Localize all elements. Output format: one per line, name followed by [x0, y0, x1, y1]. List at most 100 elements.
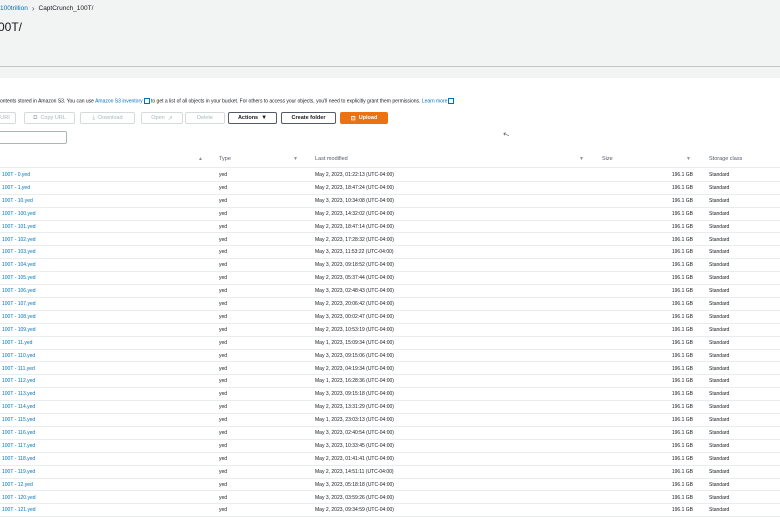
- object-size: 196.1 GB: [671, 313, 693, 320]
- table-row[interactable]: 100T - 102.yed yed May 2, 2023, 17:28:32 (…: [0, 234, 780, 247]
- object-size: 196.1 GB: [671, 365, 693, 372]
- object-size: 196.1 GB: [671, 288, 693, 295]
- object-name-link[interactable]: 100T - 112.yed: [2, 378, 35, 384]
- table-row[interactable]: 100T - 103.yed yed May 3, 2023, 11:53:22 (…: [0, 246, 780, 260]
- object-name-link[interactable]: 100T - 120.yed: [2, 495, 36, 501]
- object-name-link[interactable]: 100T - 121.yed: [2, 507, 36, 513]
- object-name-link[interactable]: 100T - 113.yed: [2, 391, 35, 397]
- object-name-link[interactable]: 100T - 116.yed: [2, 430, 35, 436]
- object-last-modified: May 2, 2023, 10:53:19 (UTC-04:00): [315, 326, 394, 333]
- object-storage-class: Standard: [709, 442, 730, 449]
- object-name-link[interactable]: 100T - 118.yed: [2, 456, 35, 462]
- table-row[interactable]: 100T - 110.yed yed May 3, 2023, 09:15:06 (…: [0, 350, 780, 363]
- table-row[interactable]: 100T - 117.yed yed May 3, 2023, 10:33:45 (…: [0, 440, 780, 453]
- table-row[interactable]: 100T - 105.yed yed May 2, 2023, 05:37:44 (…: [0, 272, 780, 286]
- copy-s3-uri-button[interactable]: URI: [0, 112, 16, 124]
- object-name-link[interactable]: 100T - 115.yed: [2, 417, 35, 423]
- table-row[interactable]: 100T - 12.yed yed May 3, 2023, 05:18:18 (U…: [0, 479, 780, 492]
- object-last-modified: May 3, 2023, 09:15:18 (UTC-04:00): [315, 391, 394, 398]
- object-name-link[interactable]: 100T - 111.yed: [2, 366, 35, 372]
- object-size: 196.1 GB: [671, 249, 693, 256]
- table-row[interactable]: 100T - 109.yed yed May 2, 2023, 10:53:19 (…: [0, 324, 780, 337]
- table-row[interactable]: 100T - 106.yed yed May 3, 2023, 02:48:43 (…: [0, 285, 780, 298]
- object-storage-class: Standard: [709, 313, 730, 320]
- table-row[interactable]: 100T - 116.yed yed May 3, 2023, 02:40:54 (…: [0, 427, 780, 440]
- object-type: yed: [219, 365, 228, 372]
- object-name-link[interactable]: 100T - 1.yed: [2, 185, 30, 191]
- object-storage-class: Standard: [709, 352, 730, 359]
- actions-dropdown[interactable]: Actions ▼: [228, 112, 277, 124]
- breadcrumb-current: CaptCrunch_100T/: [38, 4, 94, 12]
- table-row[interactable]: 100T - 111.yed yed May 2, 2023, 04:19:34 (…: [0, 363, 780, 376]
- object-size: 196.1 GB: [671, 352, 693, 359]
- table-row[interactable]: 100T - 115.yed yed May 1, 2023, 23:03:13 (…: [0, 414, 780, 427]
- upload-button[interactable]: ⊡ Upload: [340, 112, 388, 124]
- object-type: yed: [219, 313, 228, 320]
- table-row[interactable]: 100T - 11.yed yed May 1, 2023, 15:09:34 (U…: [0, 337, 780, 350]
- object-name-link[interactable]: 100T - 103.yed: [2, 249, 36, 255]
- object-name-link[interactable]: 100T - 105.yed: [2, 275, 36, 281]
- object-name-link[interactable]: 100T - 12.yed: [2, 482, 33, 488]
- sort-ascending-icon[interactable]: ▲: [198, 156, 203, 162]
- object-type: yed: [219, 172, 228, 178]
- object-size: 196.1 GB: [671, 430, 693, 436]
- object-last-modified: May 2, 2023, 14:51:11 (UTC-04:00): [315, 468, 394, 475]
- object-name-link[interactable]: 100T - 110.yed: [2, 353, 35, 359]
- table-row[interactable]: 100T - 108.yed yed May 3, 2023, 00:02:47 (…: [0, 311, 780, 324]
- open-button[interactable]: Open ↗: [141, 112, 183, 124]
- create-folder-button[interactable]: Create folder: [281, 112, 336, 124]
- object-name-link[interactable]: 100T - 0.yed: [2, 172, 30, 178]
- object-storage-class: Standard: [709, 275, 730, 282]
- column-header-last-modified[interactable]: Last modified: [315, 156, 348, 162]
- breadcrumb-bucket-link[interactable]: 100trillion: [0, 5, 28, 12]
- object-name-link[interactable]: 100T - 109.yed: [2, 327, 36, 333]
- table-row[interactable]: 100T - 104.yed yed May 3, 2023, 09:18:52 (…: [0, 259, 780, 273]
- object-name-link[interactable]: 100T - 100.yed: [2, 211, 36, 217]
- column-header-type[interactable]: Type: [219, 156, 231, 162]
- table-row[interactable]: 100T - 0.yed yed May 2, 2023, 01:22:13 (UT…: [0, 169, 780, 182]
- download-button[interactable]: ⤓ Download: [80, 112, 135, 124]
- column-header-size[interactable]: Size: [602, 156, 613, 162]
- table-row[interactable]: 100T - 114.yed yed May 2, 2023, 13:31:29 (…: [0, 401, 780, 415]
- table-row[interactable]: 100T - 118.yed yed May 2, 2023, 01:41:41 (…: [0, 453, 780, 466]
- table-row[interactable]: 100T - 113.yed yed May 3, 2023, 09:15:18 (…: [0, 388, 780, 402]
- learn-more-link[interactable]: Learn more: [422, 98, 448, 104]
- info-text-start: ontents stored in Amazon S3. You can use: [0, 98, 96, 105]
- object-name-link[interactable]: 100T - 101.yed: [2, 224, 36, 230]
- object-name-link[interactable]: 100T - 119.yed: [2, 469, 35, 475]
- object-storage-class: Standard: [709, 494, 730, 501]
- copy-url-button[interactable]: ⧉ Copy URL: [24, 112, 75, 124]
- object-storage-class: Standard: [709, 365, 730, 372]
- sort-icon[interactable]: ▼: [293, 156, 298, 162]
- table-row[interactable]: 100T - 100.yed yed May 2, 2023, 14:32:02 (…: [0, 208, 780, 221]
- table-row[interactable]: 100T - 121.yed yed May 2, 2023, 09:34:59 (…: [0, 504, 780, 517]
- object-name-link[interactable]: 100T - 102.yed: [2, 237, 36, 243]
- delete-button[interactable]: Delete: [185, 112, 225, 124]
- table-row[interactable]: 100T - 120.yed yed May 3, 2023, 03:59:26 (…: [0, 492, 780, 505]
- object-name-link[interactable]: 100T - 106.yed: [2, 288, 36, 294]
- column-header-storage-class[interactable]: Storage class: [709, 156, 742, 162]
- object-size: 196.1 GB: [671, 197, 693, 204]
- object-type: yed: [219, 378, 228, 385]
- inventory-link[interactable]: Amazon S3 inventory: [95, 98, 143, 104]
- sort-icon[interactable]: ▼: [579, 156, 584, 162]
- sort-icon[interactable]: ▼: [686, 156, 691, 162]
- object-name-link[interactable]: 100T - 114.yed: [2, 404, 35, 410]
- table-row[interactable]: 100T - 107.yed yed May 2, 2023, 20:06:42 (…: [0, 298, 780, 311]
- object-name-link[interactable]: 100T - 117.yed: [2, 443, 35, 449]
- object-last-modified: May 2, 2023, 04:19:34 (UTC-04:00): [315, 365, 394, 372]
- object-type: yed: [219, 404, 228, 411]
- object-name-link[interactable]: 100T - 104.yed: [2, 262, 36, 268]
- search-input[interactable]: [0, 131, 67, 144]
- object-name-link[interactable]: 100T - 108.yed: [2, 314, 36, 320]
- table-row[interactable]: 100T - 1.yed yed May 2, 2023, 18:47:24 (UT…: [0, 182, 780, 195]
- table-row[interactable]: 100T - 101.yed yed May 2, 2023, 18:47:14 (…: [0, 221, 780, 234]
- table-row[interactable]: 100T - 119.yed yed May 2, 2023, 14:51:11 (…: [0, 466, 780, 479]
- table-row[interactable]: 100T - 10.yed yed May 3, 2023, 10:34:08 (U…: [0, 195, 780, 208]
- object-size: 196.1 GB: [671, 455, 693, 462]
- object-name-link[interactable]: 100T - 10.yed: [2, 198, 33, 204]
- object-name-link[interactable]: 100T - 11.yed: [2, 340, 32, 346]
- table-row[interactable]: 100T - 112.yed yed May 1, 2023, 16:28:36 (…: [0, 375, 780, 389]
- table-header: ▲ Type ▼ Last modified ▼ Size ▼ Storage …: [0, 153, 780, 168]
- object-name-link[interactable]: 100T - 107.yed: [2, 301, 36, 307]
